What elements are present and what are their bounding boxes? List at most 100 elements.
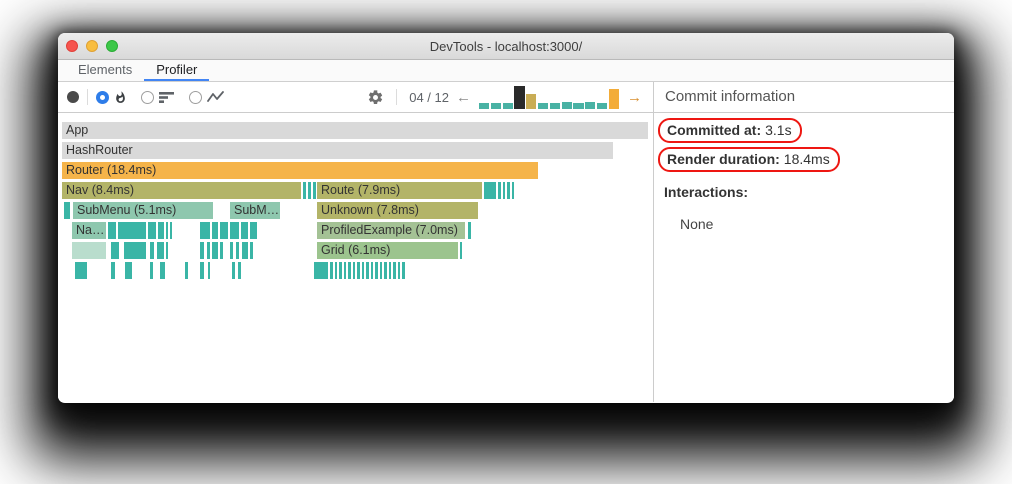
flame-bar[interactable] [375, 262, 378, 279]
flame-bar[interactable] [212, 222, 218, 239]
flame-bar[interactable] [344, 262, 346, 279]
flame-bar[interactable] [313, 182, 316, 199]
flame-bar[interactable] [242, 242, 248, 259]
flame-bar[interactable] [111, 242, 119, 259]
flame-bar[interactable] [357, 262, 360, 279]
flame-bar[interactable] [75, 262, 87, 279]
flame-bar-router[interactable]: Router (18.4ms) [62, 162, 538, 179]
flame-bar[interactable] [230, 242, 233, 259]
flame-bar-grid[interactable]: Grid (6.1ms) [317, 242, 458, 259]
commit-bar[interactable] [537, 103, 549, 109]
flame-bar[interactable] [398, 262, 400, 279]
prev-commit-arrow-icon[interactable]: ← [453, 90, 474, 105]
flame-bar[interactable] [335, 262, 337, 279]
flame-bar-nav[interactable]: Nav (8.4ms) [62, 182, 301, 199]
flame-bar[interactable] [314, 262, 328, 279]
flame-bar[interactable] [371, 262, 373, 279]
flame-bar[interactable] [212, 242, 218, 259]
flame-bar[interactable] [220, 222, 228, 239]
flame-bar[interactable] [200, 262, 204, 279]
flame-bar-hashrouter[interactable]: HashRouter [62, 142, 613, 159]
flame-bar[interactable] [339, 262, 342, 279]
flame-bar[interactable] [124, 242, 146, 259]
flame-bar[interactable] [230, 222, 239, 239]
flame-bar[interactable] [160, 262, 165, 279]
flame-bar[interactable] [362, 262, 364, 279]
flame-bar[interactable] [348, 262, 351, 279]
flame-bar[interactable] [232, 262, 235, 279]
flame-bar[interactable] [170, 222, 172, 239]
flame-bar[interactable] [111, 262, 115, 279]
commit-bar[interactable] [502, 103, 513, 109]
flame-bar[interactable] [238, 262, 241, 279]
flame-bar-app[interactable]: App [62, 122, 648, 139]
flame-bar[interactable] [250, 242, 253, 259]
flame-bar[interactable] [64, 202, 70, 219]
interactions-icon[interactable] [207, 91, 224, 103]
flame-bar[interactable] [200, 242, 204, 259]
flame-bar[interactable] [402, 262, 405, 279]
flame-bar[interactable] [148, 222, 156, 239]
flame-bar[interactable] [503, 182, 505, 199]
flame-bar[interactable] [512, 182, 514, 199]
commit-bar[interactable] [608, 89, 620, 109]
ranked-chart-icon[interactable] [159, 91, 175, 104]
flame-bar[interactable] [484, 182, 496, 199]
flame-bar-submenu[interactable]: SubMenu (5.1ms) [73, 202, 213, 219]
flame-bar[interactable] [236, 242, 239, 259]
flame-bar[interactable] [150, 262, 153, 279]
flame-bar[interactable] [207, 242, 210, 259]
flame-bar[interactable] [200, 222, 210, 239]
flame-bar-unknown[interactable]: Unknown (7.8ms) [317, 202, 478, 219]
commit-bar[interactable] [490, 103, 502, 109]
flame-bar[interactable] [108, 222, 116, 239]
flame-bar[interactable] [125, 262, 132, 279]
commit-bar[interactable] [549, 103, 561, 109]
flame-bar[interactable] [166, 242, 168, 259]
flame-bar[interactable] [250, 222, 257, 239]
flame-bar[interactable] [366, 262, 369, 279]
flame-bar[interactable] [150, 242, 154, 259]
flame-bar-na[interactable]: Na… [72, 222, 106, 239]
flame-bar[interactable] [118, 222, 146, 239]
commit-bar[interactable] [479, 103, 490, 109]
flame-bar[interactable] [185, 262, 188, 279]
flame-bar[interactable] [166, 222, 168, 239]
interactions-radio[interactable] [189, 90, 202, 104]
flame-bar[interactable] [157, 242, 164, 259]
commit-bar[interactable] [573, 103, 584, 109]
record-button[interactable] [67, 91, 79, 103]
next-commit-arrow-icon[interactable]: → [624, 90, 645, 105]
flame-bar[interactable] [384, 262, 387, 279]
flame-bar[interactable] [303, 182, 306, 199]
ranked-radio[interactable] [141, 90, 154, 104]
commit-bar[interactable] [596, 103, 608, 109]
commit-bar[interactable] [561, 102, 572, 109]
flame-bar[interactable] [72, 242, 106, 259]
flame-bar[interactable] [308, 182, 311, 199]
flame-bar[interactable] [389, 262, 391, 279]
flame-bar[interactable] [507, 182, 510, 199]
flame-bar[interactable] [460, 242, 462, 259]
flame-bar[interactable] [393, 262, 396, 279]
flame-bar-profiledexample[interactable]: ProfiledExample (7.0ms) [317, 222, 465, 239]
flame-bar-route[interactable]: Route (7.9ms) [317, 182, 482, 199]
flame-bar[interactable] [220, 242, 223, 259]
flame-bar[interactable] [380, 262, 382, 279]
flame-bar[interactable] [241, 222, 248, 239]
commit-bar[interactable] [514, 86, 525, 109]
commit-bar[interactable] [585, 102, 596, 109]
flame-bar[interactable] [208, 262, 210, 279]
commit-bar[interactable] [526, 94, 537, 109]
tab-elements[interactable]: Elements [66, 60, 144, 81]
tab-profiler[interactable]: Profiler [144, 60, 210, 81]
flame-bar-subm[interactable]: SubM… [230, 202, 280, 219]
flame-bar[interactable] [330, 262, 333, 279]
flame-bar[interactable] [158, 222, 164, 239]
flame-bar[interactable] [498, 182, 501, 199]
settings-gear-icon[interactable] [367, 89, 384, 106]
flame-icon[interactable] [114, 90, 127, 104]
flame-bar[interactable] [353, 262, 355, 279]
flamegraph-radio[interactable] [96, 90, 109, 104]
flame-bar[interactable] [468, 222, 471, 239]
